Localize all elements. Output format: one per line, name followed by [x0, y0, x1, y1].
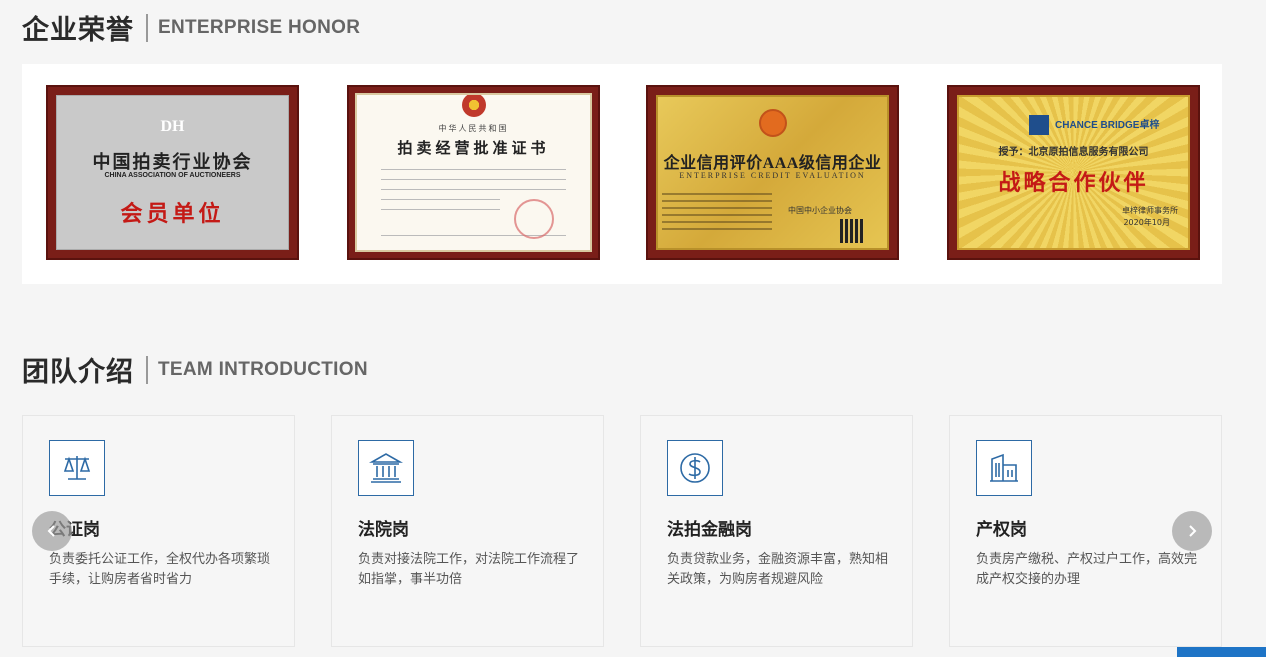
- divider: [381, 169, 566, 170]
- certificate-association-member[interactable]: DH 中国拍卖行业协会 CHINA ASSOCIATION OF AUCTION…: [46, 85, 299, 260]
- card-description: 负责贷款业务，金融资源丰富，熟知相关政策，为购房者规避风险: [667, 552, 889, 587]
- cert-main-text: 会员单位: [120, 202, 225, 227]
- team-card-court[interactable]: 法院岗 负责对接法院工作，对法院工作流程了如指掌，事半功倍: [331, 415, 604, 647]
- carousel-next-button[interactable]: [1172, 511, 1212, 551]
- building-icon: [976, 440, 1032, 496]
- title-divider: [146, 355, 148, 384]
- dollar-icon: [667, 440, 723, 496]
- divider: [381, 189, 566, 190]
- card-title: 法拍金融岗: [667, 520, 752, 540]
- cert-subtitle: ENTERPRISE CREDIT EVALUATION: [679, 171, 866, 180]
- card-title: 产权岗: [976, 520, 1027, 540]
- partner-logo-icon: [1029, 115, 1049, 135]
- association-logo: DH: [160, 118, 185, 135]
- stamp-icon: [514, 199, 554, 239]
- certificate-auction-license[interactable]: 中华人民共和国 拍卖经营批准证书: [347, 85, 600, 260]
- card-description: 负责委托公证工作，全权代办各项繁琐手续，让购房者省时省力: [49, 552, 271, 587]
- team-title-en: TEAM INTRODUCTION: [158, 358, 368, 380]
- team-card-finance[interactable]: 法拍金融岗 负责贷款业务，金融资源丰富，熟知相关政策，为购房者规避风险: [640, 415, 913, 647]
- qr-code-icon: [840, 219, 864, 243]
- team-title-cn: 团队介绍: [22, 357, 134, 388]
- cert-org: 中国拍卖行业协会: [92, 152, 253, 173]
- chevron-right-icon: [1189, 525, 1197, 537]
- floating-widget-edge[interactable]: [1177, 647, 1266, 657]
- cert-detail-lines: [662, 193, 772, 235]
- cert-title: 企业信用评价AAA级信用企业: [663, 155, 882, 172]
- cert-title: 拍卖经营批准证书: [397, 139, 550, 157]
- cert-issuer: 卓梓律师事务所: [1122, 206, 1178, 215]
- chevron-left-icon: [47, 525, 55, 537]
- cert-main-text: 战略合作伙伴: [998, 171, 1149, 196]
- national-emblem-icon: [461, 95, 486, 117]
- card-title: 法院岗: [358, 520, 409, 540]
- courthouse-icon: [358, 440, 414, 496]
- divider: [381, 199, 500, 200]
- partner-brand-name: CHANCE BRIDGE卓梓: [1055, 119, 1160, 131]
- scale-icon: [49, 440, 105, 496]
- title-divider: [146, 13, 148, 42]
- card-description: 负责房产缴税、产权过户工作，高效完成产权交接的办理: [976, 552, 1198, 587]
- divider: [381, 209, 500, 210]
- partner-brand: CHANCE BRIDGE卓梓: [1029, 115, 1159, 135]
- cert-date: 2020年10月: [1123, 218, 1170, 227]
- divider: [381, 179, 566, 180]
- cert-grantee: 授予：北京原拍信息服务有限公司: [998, 147, 1149, 158]
- card-description: 负责对接法院工作，对法院工作流程了如指掌，事半功倍: [358, 552, 580, 587]
- honor-section-header: 企业荣誉 ENTERPRISE HONOR: [22, 8, 360, 47]
- honor-title-en: ENTERPRISE HONOR: [158, 16, 361, 38]
- credit-seal-icon: [758, 109, 787, 137]
- honor-strip: DH 中国拍卖行业协会 CHINA ASSOCIATION OF AUCTION…: [22, 64, 1222, 284]
- team-section-header: 团队介绍 TEAM INTRODUCTION: [22, 350, 368, 389]
- certificate-strategic-partner[interactable]: CHANCE BRIDGE卓梓 授予：北京原拍信息服务有限公司 战略合作伙伴 卓…: [947, 85, 1200, 260]
- certificate-credit-evaluation[interactable]: 企业信用评价AAA级信用企业 ENTERPRISE CREDIT EVALUAT…: [646, 85, 899, 260]
- carousel-prev-button[interactable]: [32, 511, 72, 551]
- honor-title-cn: 企业荣誉: [22, 15, 134, 46]
- cert-org-en: CHINA ASSOCIATION OF AUCTIONEERS: [104, 172, 241, 179]
- cert-top-text: 中华人民共和国: [438, 124, 509, 133]
- cert-issuer: 中国中小企业协会: [788, 206, 852, 215]
